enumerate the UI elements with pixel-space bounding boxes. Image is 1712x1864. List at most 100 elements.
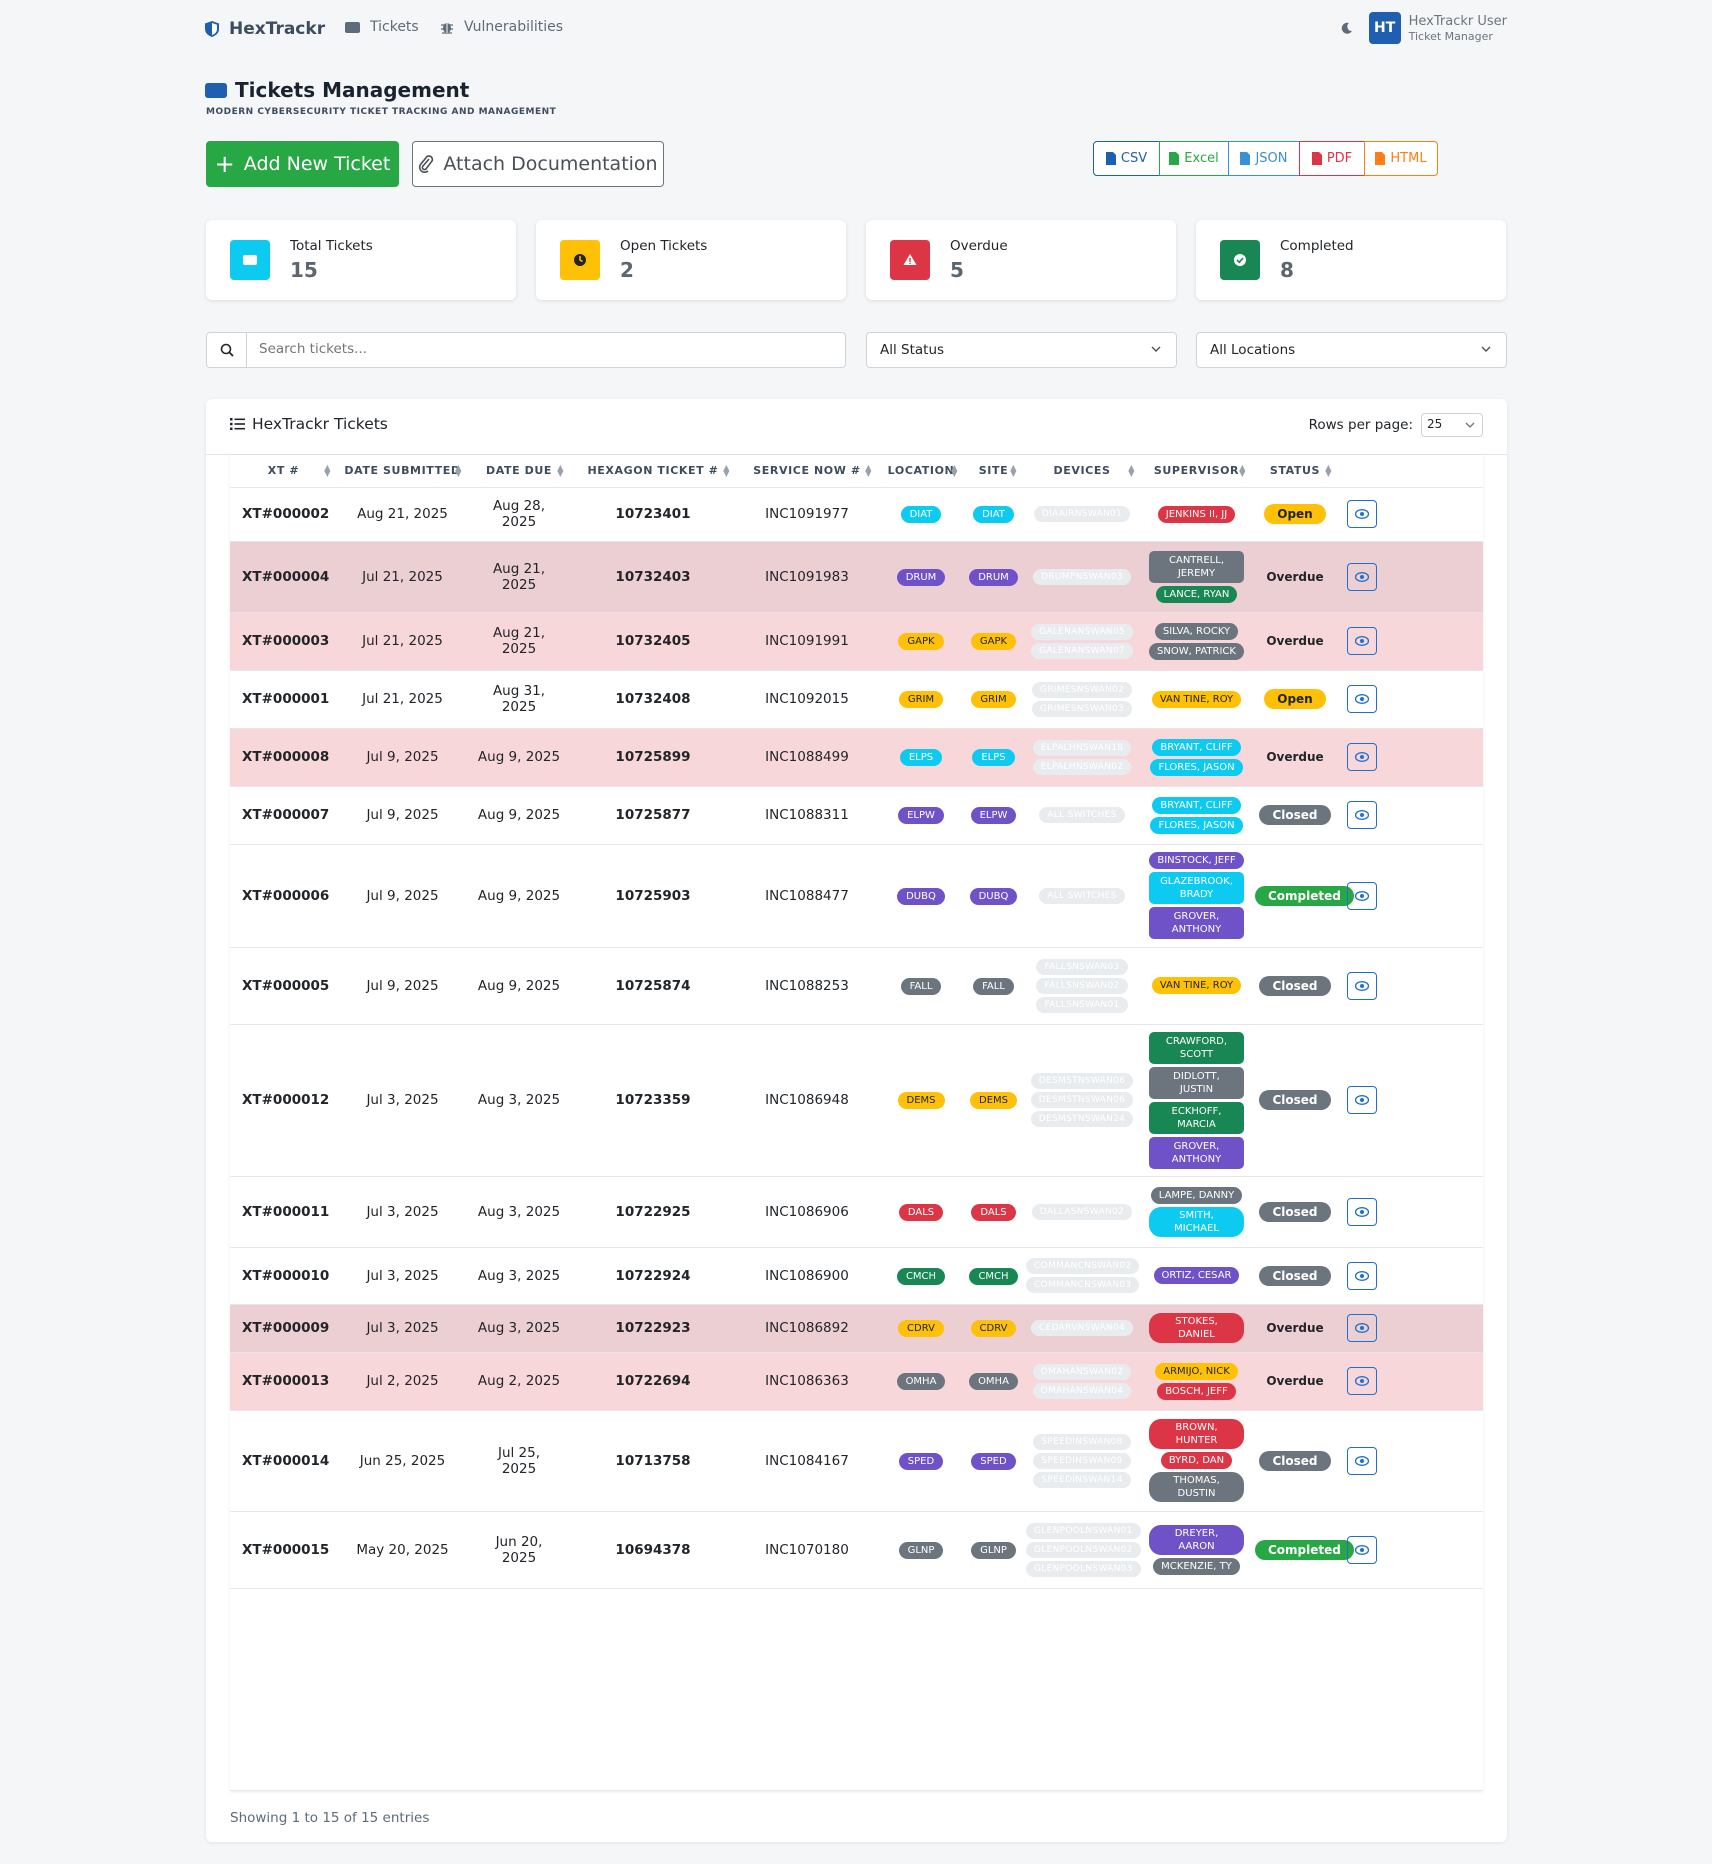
supervisor-badge: THOMAS, DUSTIN: [1149, 1472, 1244, 1502]
ticket-id[interactable]: XT#000003: [230, 612, 337, 671]
sort-icon[interactable]: ▲ ▼: [324, 464, 331, 478]
date-due: Jul 25, 2025: [468, 1410, 570, 1512]
export-excel-button[interactable]: Excel: [1159, 141, 1229, 176]
table-row[interactable]: XT#000009 Jul 3, 2025 Aug 3, 2025 107229…: [230, 1304, 1483, 1353]
avatar[interactable]: HT: [1368, 12, 1401, 44]
table-row[interactable]: XT#000005 Jul 9, 2025 Aug 9, 2025 107258…: [230, 947, 1483, 1025]
supervisor-badge: BINSTOCK, JEFF: [1149, 852, 1244, 869]
column-header-status[interactable]: STATUS ▲ ▼: [1252, 455, 1338, 488]
sort-icon[interactable]: ▲ ▼: [1239, 464, 1246, 478]
ticket-id[interactable]: XT#000011: [230, 1176, 337, 1248]
add-ticket-label: Add New Ticket: [243, 153, 391, 175]
view-button[interactable]: [1347, 801, 1377, 829]
ticket-id[interactable]: XT#000008: [230, 728, 337, 787]
actions-cell: [1338, 1247, 1483, 1305]
column-header-hexagon-ticket[interactable]: HEXAGON TICKET # ▲ ▼: [570, 455, 736, 488]
brand[interactable]: HexTrackr: [205, 19, 325, 39]
location-filter-select[interactable]: All Locations: [1196, 332, 1507, 368]
sort-icon[interactable]: ▲ ▼: [455, 464, 462, 478]
add-ticket-button[interactable]: + Add New Ticket: [206, 141, 399, 187]
table-row[interactable]: XT#000014 Jun 25, 2025 Jul 25, 2025 1071…: [230, 1410, 1483, 1512]
sort-icon[interactable]: ▲ ▼: [723, 464, 730, 478]
column-header-site[interactable]: SITE ▲ ▼: [964, 455, 1023, 488]
site-badge: GAPK: [970, 633, 1017, 650]
table-row[interactable]: XT#000013 Jul 2, 2025 Aug 2, 2025 107226…: [230, 1352, 1483, 1411]
view-button[interactable]: [1347, 627, 1377, 655]
view-button[interactable]: [1347, 971, 1377, 1000]
status-filter-select[interactable]: All Status: [866, 332, 1177, 368]
view-button[interactable]: [1347, 1535, 1377, 1564]
export-json-button[interactable]: JSON: [1228, 141, 1300, 176]
table-row[interactable]: XT#000006 Jul 9, 2025 Aug 9, 2025 107259…: [230, 844, 1483, 948]
view-button[interactable]: [1347, 1367, 1377, 1395]
sort-icon[interactable]: ▲ ▼: [865, 464, 872, 478]
ticket-id[interactable]: XT#000014: [230, 1410, 337, 1512]
view-button[interactable]: [1347, 562, 1377, 591]
table-row[interactable]: XT#000015 May 20, 2025 Jun 20, 2025 1069…: [230, 1511, 1483, 1589]
column-header-date-due[interactable]: DATE DUE ▲ ▼: [468, 455, 570, 488]
view-button[interactable]: [1347, 1086, 1377, 1114]
site-cell: DIAT: [964, 487, 1023, 542]
view-button[interactable]: [1347, 1261, 1377, 1290]
table-row[interactable]: XT#000002 Aug 21, 2025 Aug 28, 2025 1072…: [230, 487, 1483, 542]
table-row[interactable]: XT#000011 Jul 3, 2025 Aug 3, 2025 107229…: [230, 1176, 1483, 1248]
table-row[interactable]: XT#000001 Jul 21, 2025 Aug 31, 2025 1073…: [230, 670, 1483, 729]
column-header-supervisor[interactable]: SUPERVISOR ▲ ▼: [1141, 455, 1252, 488]
ticket-id[interactable]: XT#000005: [230, 947, 337, 1025]
export-html-button[interactable]: HTML: [1364, 141, 1438, 176]
ticket-id[interactable]: XT#000015: [230, 1511, 337, 1589]
user-menu[interactable]: HT HexTrackr User Ticket Manager: [1341, 12, 1507, 44]
clock-icon: [560, 240, 600, 280]
status-cell: Open: [1252, 670, 1338, 729]
ticket-id[interactable]: XT#000001: [230, 670, 337, 729]
ticket-id[interactable]: XT#000006: [230, 844, 337, 948]
view-button[interactable]: [1347, 881, 1377, 910]
column-header-actions: [1338, 455, 1483, 488]
sort-icon[interactable]: ▲ ▼: [557, 464, 564, 478]
ticket-id[interactable]: XT#000010: [230, 1247, 337, 1305]
sort-icon[interactable]: ▲ ▼: [1128, 464, 1135, 478]
column-header-xt[interactable]: XT # ▲ ▼: [230, 455, 337, 488]
sort-icon[interactable]: ▲ ▼: [951, 464, 958, 478]
export-pdf-button[interactable]: PDF: [1299, 141, 1365, 176]
table-row[interactable]: XT#000004 Jul 21, 2025 Aug 21, 2025 1073…: [230, 541, 1483, 613]
ticket-id[interactable]: XT#000004: [230, 541, 337, 613]
column-header-location[interactable]: LOCATION ▲ ▼: [878, 455, 964, 488]
rows-per-page-select[interactable]: 25: [1421, 413, 1483, 437]
column-header-devices[interactable]: DEVICES ▲ ▼: [1023, 455, 1141, 488]
sort-icon[interactable]: ▲ ▼: [1325, 464, 1332, 478]
ticket-id[interactable]: XT#000009: [230, 1304, 337, 1353]
nav-vulnerabilities[interactable]: Vulnerabilities: [440, 19, 563, 35]
table-row[interactable]: XT#000003 Jul 21, 2025 Aug 21, 2025 1073…: [230, 612, 1483, 671]
search-input[interactable]: [259, 341, 759, 357]
attach-documentation-button[interactable]: Attach Documentation: [412, 141, 664, 187]
ticket-id[interactable]: XT#000012: [230, 1024, 337, 1177]
supervisor-badge: BOSCH, JEFF: [1157, 1382, 1236, 1400]
service-now-ticket: INC1084167: [736, 1410, 878, 1512]
view-button[interactable]: [1347, 500, 1377, 528]
ticket-id[interactable]: XT#000013: [230, 1352, 337, 1411]
table-row[interactable]: XT#000008 Jul 9, 2025 Aug 9, 2025 107258…: [230, 728, 1483, 787]
column-header-date-submitted[interactable]: DATE SUBMITTED ▲ ▼: [337, 455, 468, 488]
sort-icon[interactable]: ▲ ▼: [1010, 464, 1017, 478]
table-row[interactable]: XT#000010 Jul 3, 2025 Aug 3, 2025 107229…: [230, 1247, 1483, 1305]
view-button[interactable]: [1347, 743, 1377, 771]
nav-tickets[interactable]: Tickets: [345, 19, 419, 35]
column-header-service-now[interactable]: SERVICE NOW # ▲ ▼: [736, 455, 878, 488]
table-scroll-area[interactable]: XT # ▲ ▼ DATE SUBMITTED ▲ ▼ DATE DUE ▲ ▼ HEXAGON …: [230, 455, 1483, 1791]
table-row[interactable]: XT#000012 Jul 3, 2025 Aug 3, 2025 107233…: [230, 1024, 1483, 1177]
moon-icon[interactable]: [1341, 22, 1353, 34]
supervisor-badge: CANTRELL, JEREMY: [1149, 550, 1244, 583]
site-cell: ELPW: [964, 786, 1023, 845]
status-badge: Overdue: [1266, 569, 1324, 584]
ticket-id[interactable]: XT#000007: [230, 786, 337, 845]
search-box[interactable]: [206, 332, 846, 368]
view-button[interactable]: [1347, 1446, 1377, 1475]
ticket-id[interactable]: XT#000002: [230, 487, 337, 542]
supervisor-badge: FLORES, JASON: [1150, 758, 1243, 776]
view-button[interactable]: [1347, 1197, 1377, 1226]
view-button[interactable]: [1347, 1314, 1377, 1342]
export-csv-button[interactable]: CSV: [1093, 141, 1160, 176]
table-row[interactable]: XT#000007 Jul 9, 2025 Aug 9, 2025 107258…: [230, 786, 1483, 845]
view-button[interactable]: [1347, 685, 1377, 713]
